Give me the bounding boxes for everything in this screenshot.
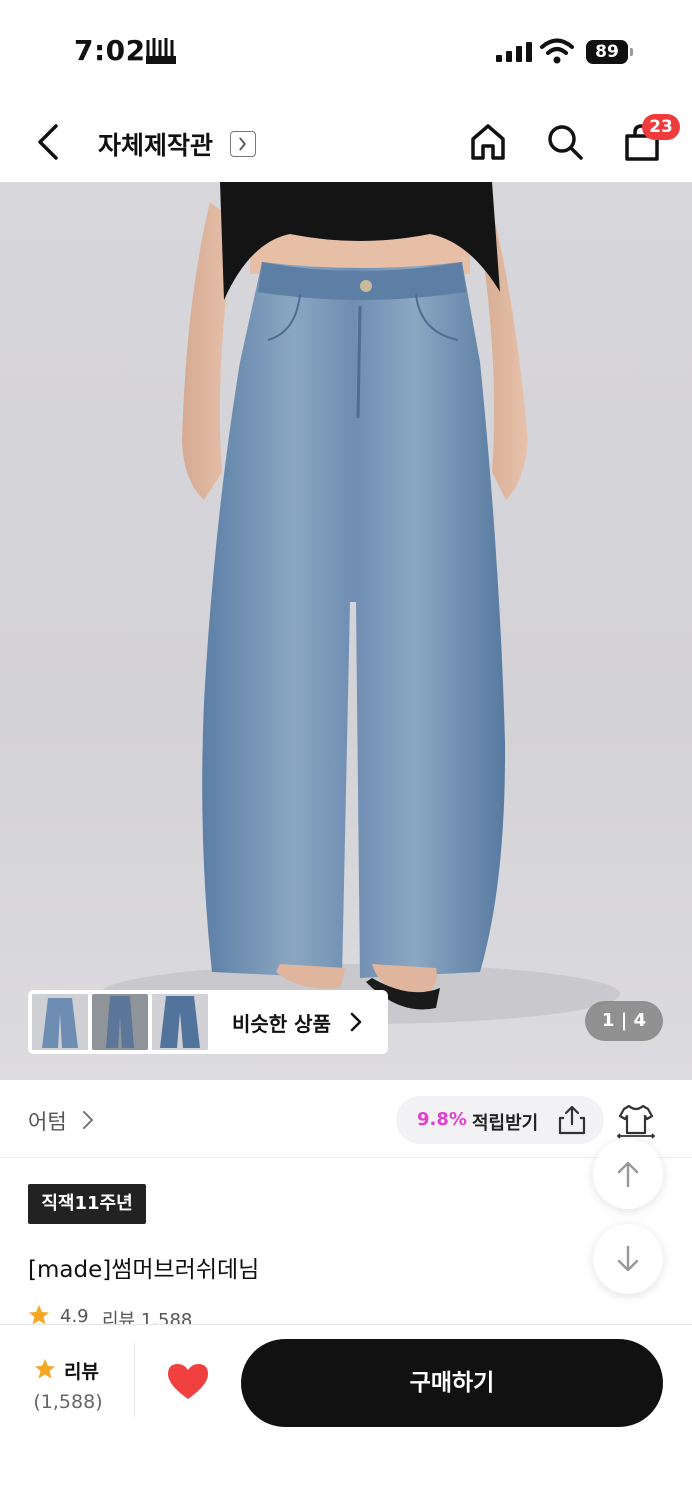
back-icon[interactable] xyxy=(30,122,66,162)
chevron-right-icon xyxy=(350,1012,362,1032)
cart-count-badge: 23 xyxy=(642,114,680,140)
battery-indicator: 89 xyxy=(586,40,634,64)
review-label: 리뷰 xyxy=(64,1361,99,1383)
points-label: 적립받기 xyxy=(472,1113,539,1134)
similar-product-thumbnail[interactable] xyxy=(152,994,208,1050)
review-count: (1,588) xyxy=(33,1391,103,1413)
status-bar: 7:02 89 xyxy=(0,0,692,100)
battery-cap xyxy=(630,48,633,56)
app-notification-icon xyxy=(146,38,176,64)
search-icon[interactable] xyxy=(545,122,585,162)
star-icon xyxy=(29,1305,49,1325)
buy-button[interactable]: 구매하기 xyxy=(241,1339,663,1427)
similar-products-label: 비슷한 상품 xyxy=(232,1012,331,1036)
chevron-right-icon[interactable] xyxy=(230,131,256,157)
bottom-action-bar: 리뷰 (1,588) 구매하기 xyxy=(0,1324,692,1500)
wifi-icon xyxy=(540,38,574,64)
store-title[interactable]: 자체제작관 xyxy=(98,126,213,162)
top-navigation: 자체제작관 xyxy=(0,100,692,182)
arrow-down-icon xyxy=(617,1245,639,1272)
battery-level: 89 xyxy=(586,40,628,64)
review-summary-button[interactable]: 리뷰 (1,588) xyxy=(20,1355,116,1419)
home-icon[interactable] xyxy=(468,122,508,162)
virtual-fitting-icon[interactable] xyxy=(616,1100,656,1140)
status-time: 7:02 xyxy=(74,34,146,67)
scroll-to-top-button[interactable] xyxy=(593,1139,663,1209)
brand-name[interactable]: 어텀 xyxy=(28,1106,67,1136)
heart-icon[interactable] xyxy=(166,1361,210,1401)
similar-products-card[interactable]: 비슷한 상품 xyxy=(28,990,388,1054)
image-page-indicator: 1 | 4 xyxy=(585,1001,663,1041)
share-icon[interactable] xyxy=(556,1104,588,1136)
rating-review-count: 리뷰 1,588 xyxy=(102,1310,193,1326)
points-reward-button[interactable]: 9.8% 적립받기 xyxy=(396,1096,604,1144)
points-rate: 9.8% xyxy=(417,1109,467,1130)
similar-product-thumbnail[interactable] xyxy=(92,994,148,1050)
product-photo xyxy=(100,182,620,1024)
product-image-gallery[interactable]: 비슷한 상품 1 | 4 xyxy=(0,182,692,1080)
product-name: [made]썸머브러쉬데님 xyxy=(28,1257,260,1283)
similar-product-thumbnail[interactable] xyxy=(32,994,88,1050)
scroll-to-bottom-button[interactable] xyxy=(593,1224,663,1294)
arrow-up-icon xyxy=(617,1161,639,1188)
cellular-signal-icon xyxy=(496,42,532,62)
divider xyxy=(134,1343,135,1417)
brand-row: 어텀 9.8% 적립받기 xyxy=(0,1080,692,1158)
anniversary-tag: 직잭11주년 xyxy=(28,1184,146,1224)
rating-value: 4.9 xyxy=(60,1306,89,1326)
star-icon xyxy=(35,1359,55,1379)
chevron-right-icon[interactable] xyxy=(82,1110,94,1130)
rating-summary[interactable]: 4.9 리뷰 1,588 xyxy=(28,1302,328,1326)
